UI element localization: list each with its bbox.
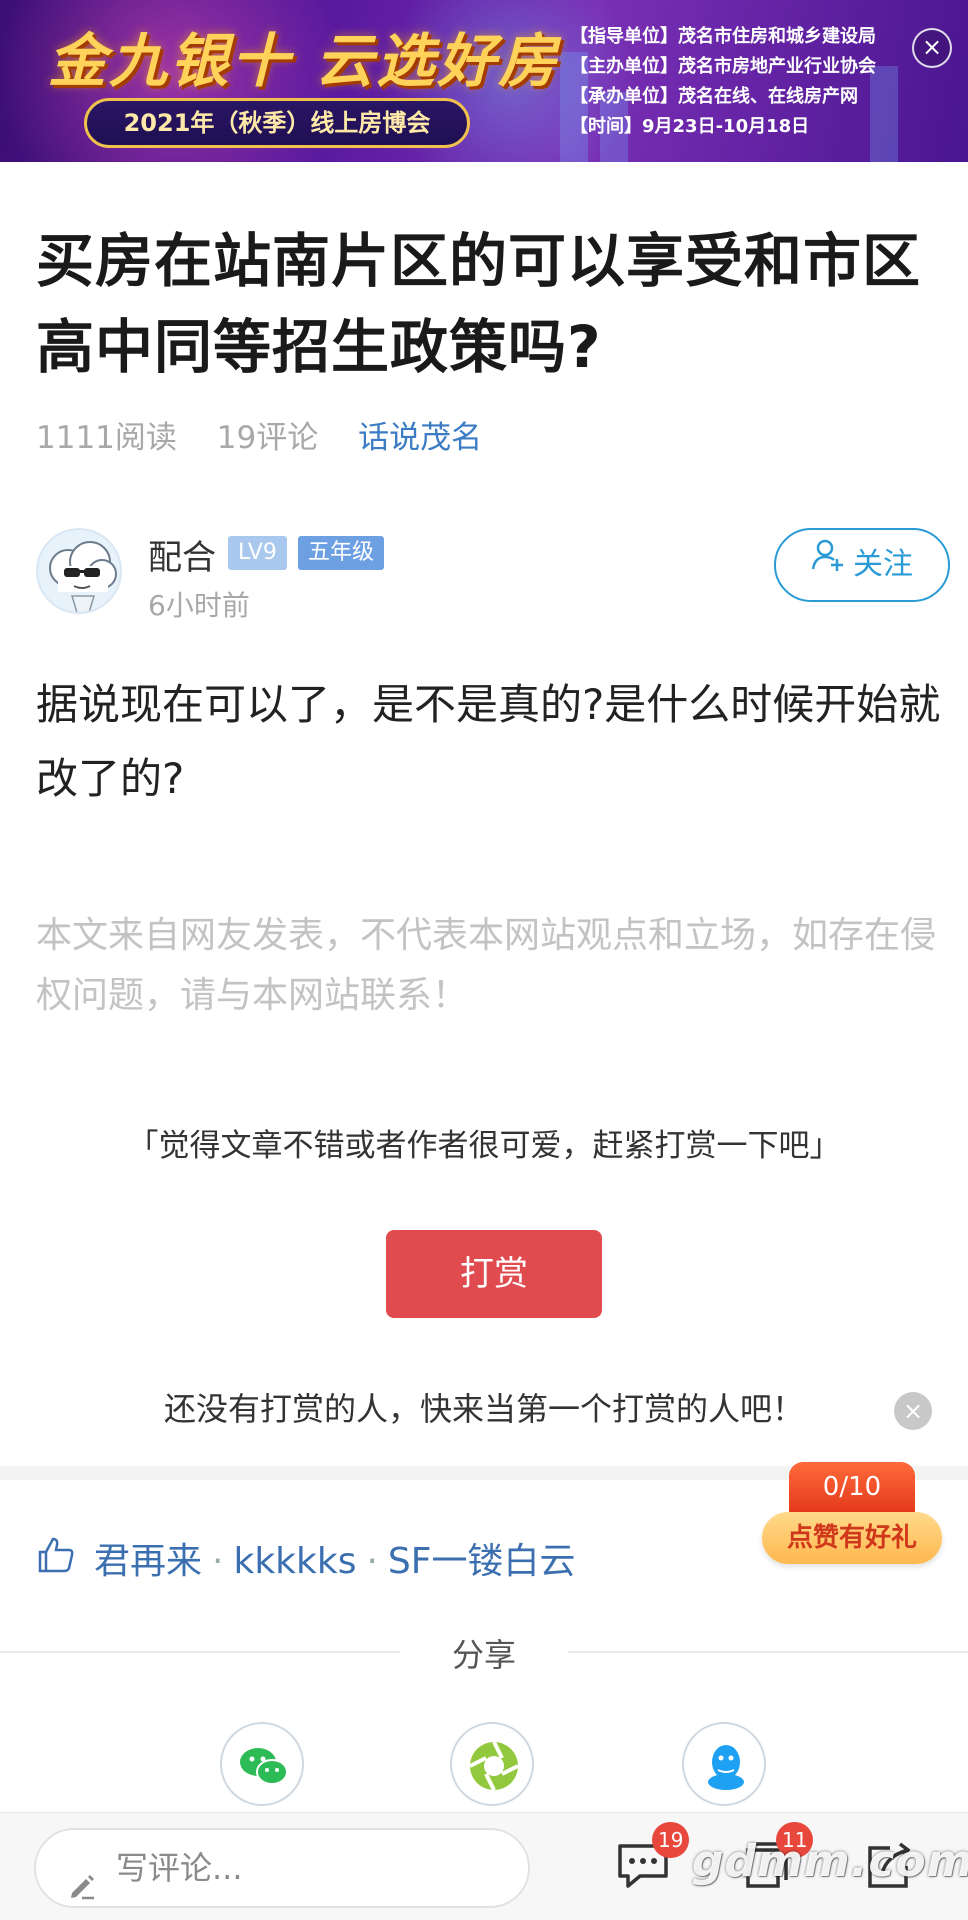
avatar[interactable] — [36, 528, 122, 614]
banner-title: 金九银十 云选好房 — [48, 27, 560, 95]
read-count: 1111阅读 — [36, 420, 177, 456]
separator: · — [366, 1541, 378, 1582]
moments-icon — [469, 1741, 519, 1791]
comment-input[interactable]: 写评论... — [34, 1828, 530, 1908]
close-icon[interactable]: × — [894, 1392, 932, 1430]
share-title: 分享 — [451, 1636, 516, 1674]
article-meta: 1111阅读 19评论 话说茂名 — [36, 412, 512, 457]
banner-info-line: 【主办单位】茂名市房地产业行业协会 — [570, 56, 876, 77]
follow-button[interactable]: 关注 — [774, 528, 950, 602]
comment-badge: 19 — [652, 1822, 690, 1858]
banner-info-line: 【时间】9月23日-10月18日 — [570, 116, 810, 137]
share-moments-button[interactable] — [450, 1722, 534, 1806]
qq-icon — [708, 1745, 744, 1790]
banner-close-icon[interactable]: × — [912, 28, 952, 68]
post-body: 据说现在可以了，是不是真的?是什么时候开始就改了的? — [36, 680, 941, 803]
separator: · — [212, 1541, 224, 1582]
wechat-icon — [240, 1748, 288, 1785]
like-reward-tag[interactable]: 0/10 点赞有好礼 — [762, 1462, 942, 1564]
add-user-icon — [811, 528, 845, 598]
like-user[interactable]: kkkkks — [233, 1541, 356, 1582]
banner-info: 【指导单位】茂名市住房和城乡建设局 【主办单位】茂名市房地产业行业协会 【承办单… — [570, 22, 960, 142]
share-wechat-button[interactable] — [220, 1722, 304, 1806]
author-name[interactable]: 配合 — [148, 530, 216, 579]
comment-placeholder: 写评论... — [116, 1849, 243, 1887]
thumbs-up-icon[interactable] — [36, 1535, 76, 1584]
category-link[interactable]: 话说茂名 — [358, 420, 482, 456]
promo-banner[interactable]: 金九银十 云选好房 2021年（秋季）线上房博会 【指导单位】茂名市住房和城乡建… — [0, 0, 968, 162]
grade-badge: 五年级 — [298, 536, 385, 570]
article-title: 买房在站南片区的可以享受和市区高中同等招生政策吗? — [36, 227, 922, 381]
banner-info-line: 【承办单位】茂名在线、在线房产网 — [570, 86, 858, 107]
share-qq-button[interactable] — [682, 1722, 766, 1806]
comment-count: 19评论 — [216, 420, 319, 456]
follow-label: 关注 — [853, 547, 913, 582]
banner-info-line: 【指导单位】茂名市住房和城乡建设局 — [570, 26, 876, 47]
like-user[interactable]: 君再来 — [94, 1541, 202, 1582]
like-list: 君再来 · kkkkks · SF一镂白云 — [36, 1532, 575, 1584]
tip-empty-text: 还没有打赏的人，快来当第一个打赏的人吧！ — [163, 1390, 804, 1428]
disclaimer: 本文来自网友发表，不代表本网站观点和立场，如存在侵权问题，请与本网站联系！ — [36, 915, 937, 1016]
site-watermark: gdmm.com — [692, 1836, 968, 1887]
tip-prompt: 「觉得文章不错或者作者很可爱，赶紧打赏一下吧」 — [127, 1128, 841, 1164]
pencil-icon — [66, 1852, 98, 1920]
tip-button[interactable]: 打赏 — [386, 1230, 602, 1318]
banner-subtitle: 2021年（秋季）线上房博会 — [84, 98, 470, 148]
reward-count: 0/10 — [789, 1462, 915, 1512]
level-badge: LV9 — [228, 536, 287, 570]
like-user[interactable]: SF一镂白云 — [388, 1541, 576, 1582]
cloud-avatar-icon — [49, 541, 117, 612]
post-time: 6小时前 — [148, 589, 250, 622]
reward-label: 点赞有好礼 — [762, 1512, 942, 1564]
